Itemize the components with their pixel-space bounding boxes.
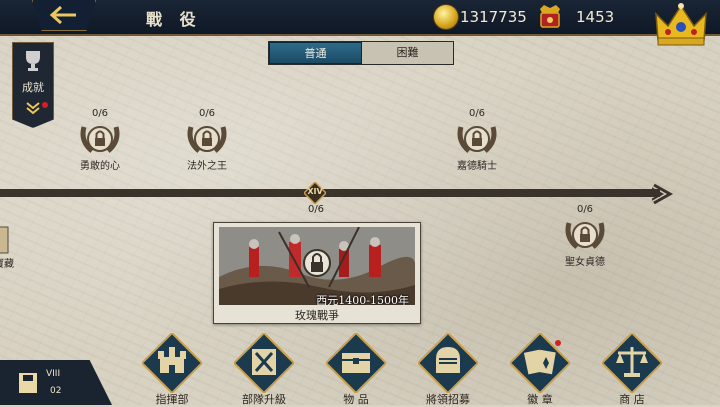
save-number: 02 [50,386,62,396]
achievements-label: 成就 [22,81,44,94]
medal-count: 0/6 [198,108,216,119]
locked-laurel-icon [187,126,227,153]
save-roman: VIII [46,369,61,379]
menu-badges[interactable]: 徽 章 [500,333,580,406]
notification-dot [42,102,48,108]
knight-helmet-icon [418,333,478,393]
crossed-swords-icon [234,333,294,393]
battle-date: 西元1400-1500年 [316,294,409,305]
page-title: 戰 役 [146,10,202,29]
achievements-button[interactable]: 成就 [12,42,54,128]
menu-shop[interactable]: 商 店 [592,333,672,406]
menu-general-recruit[interactable]: 將領招募 [408,333,488,406]
scales-icon [602,333,662,393]
medal-count: 0/6 [468,108,486,119]
medal-name: 聖女貞德 [565,257,605,268]
back-arrow-icon [49,5,76,25]
partial-count: 0 [0,204,14,215]
scroll-icon [0,226,9,254]
difficulty-tabs: 普通 困難 [268,41,454,65]
menu-headquarters[interactable]: 指揮部 [132,333,212,406]
back-button[interactable] [32,0,96,31]
top-bar: 戰 役 1317735 1453 [0,0,720,36]
timeline-bar [0,189,660,197]
prestige-icon [540,5,560,28]
castle-icon [142,333,202,393]
cards-icon [510,333,570,393]
chevron-down-icon[interactable] [25,99,41,115]
partial-name: 寶藏 [0,259,14,270]
locked-laurel-icon [80,126,120,153]
tab-normal[interactable]: 普通 [269,42,362,64]
battle-card[interactable]: 西元1400-1500年 玫瑰戰爭 [213,222,421,324]
medal-outlaw-king[interactable]: 0/6 法外之王 [162,108,252,172]
battle-count: 0/6 [307,204,325,215]
gold-coin-icon [434,5,458,29]
medal-joan-of-arc[interactable]: 0/6 聖女貞德 [540,204,630,268]
medal-name: 勇敢的心 [80,161,120,172]
tab-hard[interactable]: 困難 [362,42,453,64]
save-disk-icon [19,373,37,393]
era-label: XIV [307,187,323,196]
locked-laurel-icon [565,222,605,249]
notification-dot [555,340,561,346]
locked-laurel-icon [457,126,497,153]
medal-count: 0/6 [576,204,594,215]
crown-icon[interactable] [650,0,712,48]
battle-painting: 西元1400-1500年 [219,227,415,305]
treasure-chest-icon [326,333,386,393]
prestige-amount: 1453 [576,8,615,26]
arrow-right-icon [652,183,674,205]
trophy-icon [26,51,40,71]
battle-name: 玫瑰戰爭 [295,309,339,322]
left-partial-item[interactable]: 0 寶藏 [0,204,14,270]
medal-name: 法外之王 [187,161,227,172]
era-marker: XIV [302,180,328,206]
medal-count: 0/6 [91,108,109,119]
medal-name: 嘉德騎士 [457,161,497,172]
menu-unit-upgrade[interactable]: 部隊升級 [224,333,304,406]
gold-amount: 1317735 [460,8,527,26]
medal-garter-knight[interactable]: 0/6 嘉德騎士 [432,108,522,172]
medal-brave-heart[interactable]: 0/6 勇敢的心 [55,108,145,172]
menu-items[interactable]: 物 品 [316,333,396,406]
